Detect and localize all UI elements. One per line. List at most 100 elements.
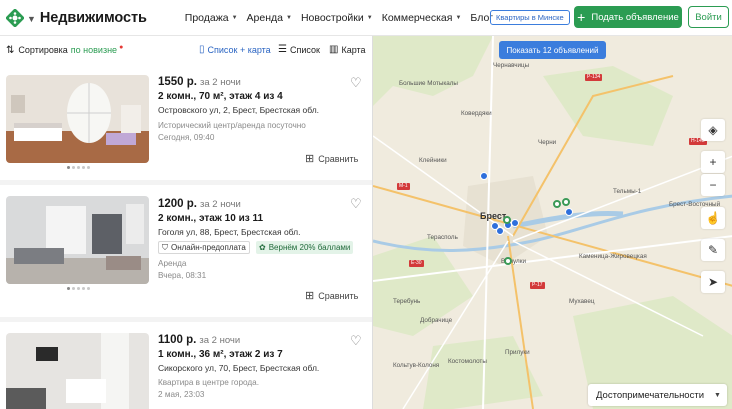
map-label: Черни bbox=[538, 139, 557, 146]
map-label: Теребунь bbox=[393, 298, 421, 305]
listing-list: 1550 р. за 2 ночи 2 комн., 70 м², этаж 4 … bbox=[0, 64, 372, 409]
zoom-out-icon[interactable]: − bbox=[701, 174, 725, 196]
listing-description: Квартира в центре города. bbox=[158, 378, 259, 387]
view-label: Список bbox=[289, 44, 320, 55]
prepay-badge: ⛉ Онлайн-предоплата bbox=[158, 241, 250, 254]
shield-check-icon: ⛉ bbox=[162, 242, 168, 252]
badge-label: Онлайн-предоплата bbox=[171, 242, 246, 252]
main-nav: Продажа ▼ Аренда ▼ Новостройки ▼ Коммерческ… bbox=[185, 12, 502, 24]
caret-icon: ▼ bbox=[366, 14, 373, 21]
compare-label: Сравнить bbox=[318, 290, 359, 301]
attractions-dropdown[interactable]: Достопримечательности ▼ bbox=[588, 384, 727, 406]
city-button[interactable]: Квартиры в Минске bbox=[490, 10, 570, 25]
map-pin[interactable] bbox=[480, 172, 488, 180]
listing-rooms[interactable]: 2 комн., 70 м², этаж 4 из 4 bbox=[158, 91, 283, 102]
road-shield: Р-17 bbox=[530, 282, 545, 289]
compare-label: Сравнить bbox=[318, 153, 359, 164]
compare-icon: ⊞ bbox=[305, 290, 315, 302]
listing-address: Сикорского ул, 70, Брест, Брестская обл. bbox=[158, 363, 320, 373]
favorite-heart-icon[interactable]: ♡ bbox=[350, 333, 362, 349]
map-label: Большие Мотыкалы bbox=[399, 80, 458, 87]
view-label: Карта bbox=[341, 44, 366, 55]
post-ad-button[interactable]: + Подать объявление bbox=[574, 6, 682, 28]
map-label: Каменица-Жировецкая bbox=[579, 253, 647, 260]
compare-button[interactable]: ⊞ Сравнить bbox=[305, 152, 358, 165]
map-panel[interactable]: Большие Мотыкалы Черни Чернавчицы Клейни… bbox=[372, 36, 732, 409]
post-ad-label: Подать объявление bbox=[591, 11, 679, 23]
nav-commercial[interactable]: Коммерческая ▼ bbox=[382, 12, 462, 24]
price-value: 1100 р. bbox=[158, 334, 197, 346]
listing-rooms[interactable]: 2 комн., этаж 10 из 11 bbox=[158, 213, 263, 224]
sort-indicator-dot: ● bbox=[119, 43, 124, 51]
map-pin[interactable] bbox=[565, 208, 573, 216]
caret-icon: ▼ bbox=[455, 14, 462, 21]
map-pin[interactable] bbox=[504, 257, 512, 265]
caret-icon: ▼ bbox=[286, 14, 292, 21]
listing-photo[interactable] bbox=[6, 196, 149, 284]
map-pin[interactable] bbox=[511, 219, 519, 227]
show-listings-button[interactable]: Показать 12 объявлений bbox=[499, 41, 606, 59]
draw-area-icon[interactable]: ☝ bbox=[701, 207, 725, 229]
compare-button[interactable]: ⊞ Сравнить bbox=[305, 289, 358, 302]
listing-rooms[interactable]: 1 комн., 36 м², этаж 2 из 7 bbox=[158, 349, 283, 360]
nav-label: Аренда bbox=[246, 11, 283, 24]
sort-control[interactable]: ⇅ Сортировка по новизне ● bbox=[6, 43, 124, 56]
logo-icon bbox=[5, 8, 25, 27]
nav-label: Новостройки bbox=[300, 11, 364, 24]
nav-label: Коммерческая bbox=[381, 11, 453, 24]
map-label: Кольтув-Колоня bbox=[393, 362, 440, 369]
listing-date: Вчера, 08:31 bbox=[158, 271, 207, 280]
listing-card[interactable]: 1200 р. за 2 ночи 2 комн., этаж 10 из 11 … bbox=[0, 185, 372, 317]
nav-rent[interactable]: Аренда ▼ bbox=[247, 12, 292, 24]
listing-price: 1100 р. за 2 ночи bbox=[158, 334, 240, 346]
map-label: Мухавец bbox=[569, 298, 595, 305]
chevron-down-icon[interactable]: ▼ bbox=[27, 14, 36, 24]
listing-date: 2 мая, 23:03 bbox=[158, 390, 205, 399]
nav-new-buildings[interactable]: Новостройки ▼ bbox=[301, 12, 373, 24]
map-label: Ковердяки bbox=[461, 110, 492, 117]
login-button[interactable]: Войти bbox=[688, 6, 729, 28]
favorite-heart-icon[interactable]: ♡ bbox=[350, 196, 362, 212]
price-value: 1200 р. bbox=[158, 198, 197, 210]
map-label: Тельмы-1 bbox=[613, 188, 642, 195]
map-pin[interactable] bbox=[496, 227, 504, 235]
listing-photo[interactable] bbox=[6, 333, 149, 409]
map-label: Терасполь bbox=[427, 234, 458, 241]
map-label: Костомолоты bbox=[448, 358, 487, 365]
layers-icon[interactable]: ◈ bbox=[701, 119, 725, 141]
listing-description: Исторический центр/аренда посуточно bbox=[158, 121, 306, 130]
logo-text: Недвижимость bbox=[39, 9, 147, 26]
logo[interactable]: ▼ Недвижимость bbox=[5, 8, 147, 27]
nav-sale[interactable]: Продажа ▼ bbox=[185, 12, 238, 24]
ruler-icon[interactable]: ✎ bbox=[701, 239, 725, 261]
listing-date: Сегодня, 09:40 bbox=[158, 133, 215, 142]
plus-icon: + bbox=[577, 9, 586, 25]
map-canvas[interactable] bbox=[373, 36, 732, 409]
listing-photo[interactable] bbox=[6, 75, 149, 163]
listing-card[interactable]: 1100 р. за 2 ночи 1 комн., 36 м², этаж 2 … bbox=[0, 322, 372, 409]
listing-price: 1200 р. за 2 ночи bbox=[158, 198, 241, 210]
sort-value: по новизне bbox=[70, 45, 118, 55]
map-label: Чернавчицы bbox=[493, 62, 530, 69]
road-shield: М-1 bbox=[397, 183, 410, 190]
listing-description: Аренда bbox=[158, 259, 187, 268]
map-label: Добрачице bbox=[420, 317, 453, 324]
price-period: за 2 ночи bbox=[199, 335, 241, 346]
listing-price: 1550 р. за 2 ночи bbox=[158, 76, 241, 88]
view-list[interactable]: ☰ Список bbox=[278, 44, 320, 55]
listing-card[interactable]: 1550 р. за 2 ночи 2 комн., 70 м², этаж 4 … bbox=[0, 64, 372, 199]
view-map[interactable]: ▥ Карта bbox=[329, 44, 366, 55]
view-list-map[interactable]: ▯ Список + карта bbox=[199, 44, 271, 55]
map-label: Прилуки bbox=[505, 349, 530, 356]
map-pin[interactable] bbox=[562, 198, 570, 206]
locate-icon[interactable]: ➤ bbox=[701, 271, 725, 293]
photo-dots bbox=[67, 166, 90, 169]
price-period: за 2 ночи bbox=[200, 199, 241, 210]
caret-icon: ▼ bbox=[231, 14, 238, 21]
favorite-heart-icon[interactable]: ♡ bbox=[350, 75, 362, 91]
view-label: Список + карта bbox=[207, 44, 271, 55]
map-pin[interactable] bbox=[503, 216, 511, 224]
zoom-in-icon[interactable]: + bbox=[701, 151, 725, 173]
cashback-badge: ✿ Вернём 20% баллами bbox=[256, 241, 354, 254]
map-pin[interactable] bbox=[553, 200, 561, 208]
